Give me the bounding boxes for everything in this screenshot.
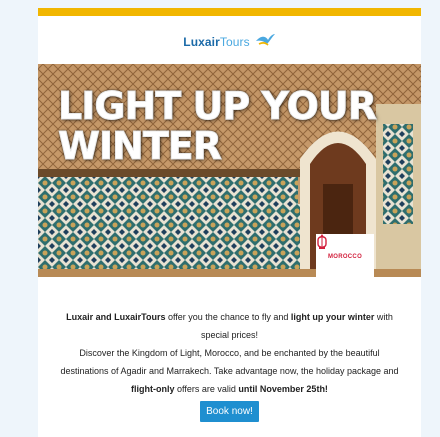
promo-line-4: destinations of Agadir and Marrakech. Ta… [60,366,399,376]
bird-icon [254,32,276,53]
book-now-button[interactable]: Book now! [200,401,259,422]
brand-wordmark: LuxairTours [183,35,250,49]
destination-badge: MOROCCO [316,234,374,277]
brand-logo[interactable]: LuxairTours [38,20,421,64]
hero-title: LIGHT UP YOUR WINTER [57,84,377,168]
promo-line-2: special prices! [200,330,259,340]
email-body: LuxairTours LIGHT UP YOUR WINTER MOROCCO… [38,8,421,437]
hero-banner[interactable]: LIGHT UP YOUR WINTER MOROCCO [38,64,421,277]
badge-label: MOROCCO [327,254,363,260]
promo-line-5: flight-only offers are valid until Novem… [131,384,328,394]
promo-text: Luxair and LuxairTours offer you the cha… [38,308,421,398]
accent-bar [38,8,421,16]
promo-line-1: Luxair and LuxairTours offer you the cha… [66,312,393,322]
promo-line-3: Discover the Kingdom of Light, Morocco, … [79,348,380,358]
